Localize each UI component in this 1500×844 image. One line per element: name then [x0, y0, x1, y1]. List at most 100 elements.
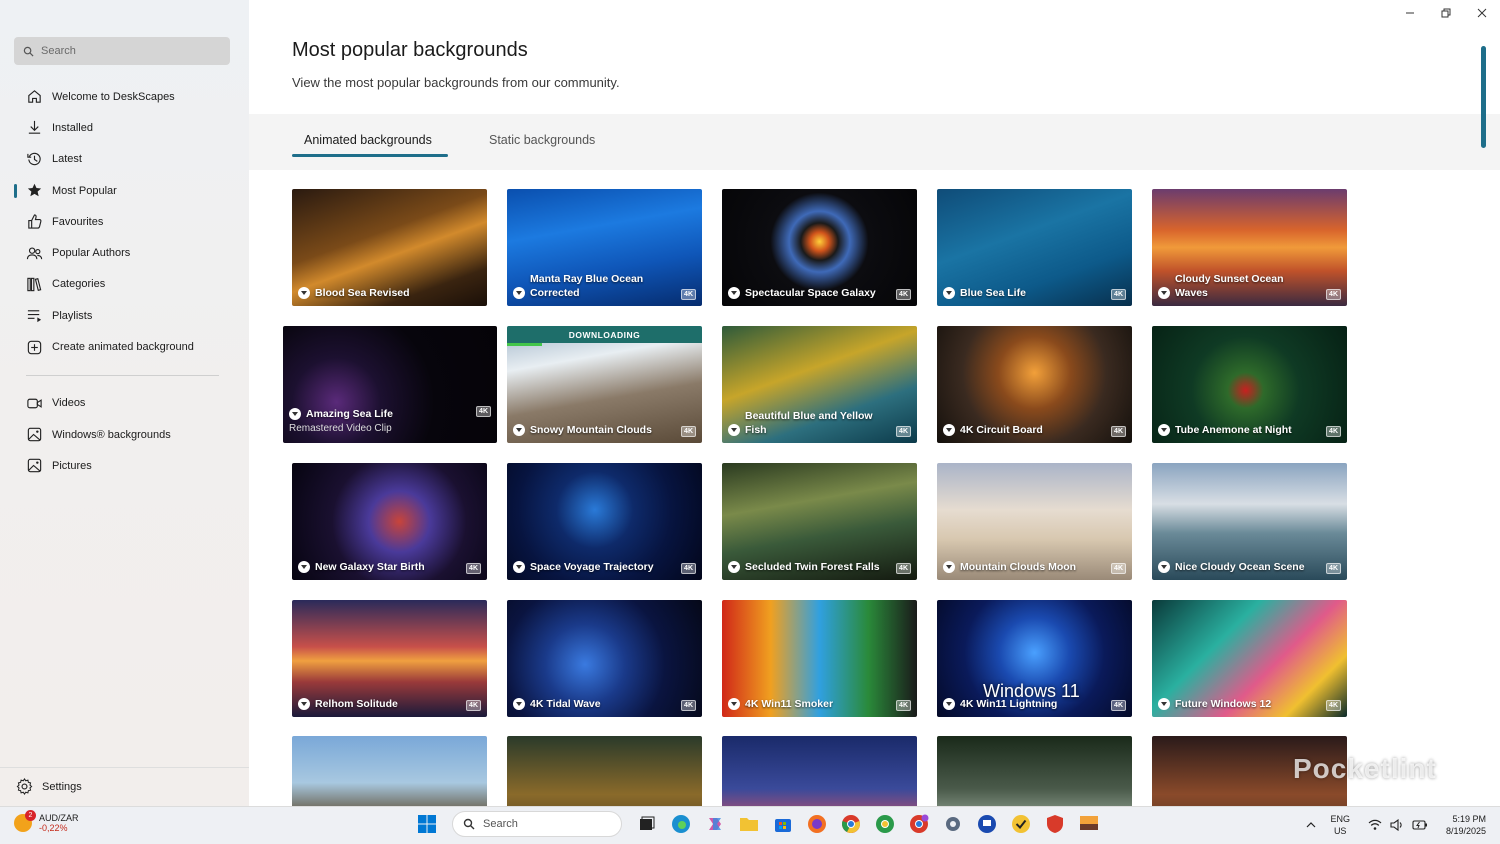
background-tile[interactable]: Beautiful Blue and Yellow Fish 4K	[722, 326, 917, 443]
download-circle-icon[interactable]	[1158, 698, 1170, 710]
background-tile[interactable]: Cloudy Sunset Ocean Waves 4K	[1152, 189, 1347, 306]
tab-animated-backgrounds[interactable]: Animated backgrounds	[304, 133, 432, 147]
edge-icon	[672, 815, 690, 833]
background-tile-partial[interactable]	[292, 736, 487, 806]
download-circle-icon[interactable]	[1158, 561, 1170, 573]
background-tile[interactable]: DOWNLOADING Snowy Mountain Clouds 4K	[507, 326, 702, 443]
nav-item-create-animated-background[interactable]: Create animated background	[0, 331, 249, 362]
chrome-app[interactable]	[839, 812, 863, 836]
download-circle-icon[interactable]	[513, 287, 525, 299]
download-circle-icon[interactable]	[513, 424, 525, 436]
download-circle-icon[interactable]	[289, 408, 301, 420]
background-tile[interactable]: Relhom Solitude 4K	[292, 600, 487, 717]
tile-label: Beautiful Blue and Yellow Fish	[728, 409, 889, 437]
background-tile-partial[interactable]	[937, 736, 1132, 806]
download-circle-icon[interactable]	[298, 698, 310, 710]
download-circle-icon[interactable]	[728, 424, 740, 436]
nav-item-playlists[interactable]: Playlists	[0, 300, 249, 331]
background-tile[interactable]: Amazing Sea Life Remastered Video Clip 4K	[283, 326, 497, 443]
language-indicator[interactable]: ENG US	[1330, 813, 1350, 837]
todo-app[interactable]	[1009, 812, 1033, 836]
nav-item-videos[interactable]: Videos	[0, 388, 249, 419]
background-tile-partial[interactable]	[507, 736, 702, 806]
background-tile[interactable]: Blue Sea Life 4K	[937, 189, 1132, 306]
background-tile[interactable]: Manta Ray Blue Ocean Corrected 4K	[507, 189, 702, 306]
deskscapes-app[interactable]	[1077, 812, 1101, 836]
wifi-icon[interactable]	[1368, 819, 1382, 831]
tile-title: Future Windows 12	[1175, 698, 1272, 710]
restore-button[interactable]	[1428, 0, 1464, 26]
scrollbar-thumb[interactable]	[1481, 46, 1486, 148]
clock[interactable]: 5:19 PM 8/19/2025	[1446, 813, 1486, 837]
background-tile[interactable]: Tube Anemone at Night 4K	[1152, 326, 1347, 443]
volume-icon[interactable]	[1390, 819, 1404, 831]
tab-static-backgrounds[interactable]: Static backgrounds	[489, 133, 595, 147]
settings-button[interactable]: Settings	[16, 778, 82, 795]
chrome-profile-app[interactable]	[907, 812, 931, 836]
tile-label: Blood Sea Revised	[298, 286, 459, 300]
background-tile[interactable]: 4K Circuit Board 4K	[937, 326, 1132, 443]
tile-label: Tube Anemone at Night	[1158, 423, 1319, 437]
start-button[interactable]	[415, 812, 439, 836]
settings-app[interactable]	[941, 812, 965, 836]
battery-icon[interactable]	[1412, 820, 1428, 830]
nav-item-categories[interactable]: Categories	[0, 269, 249, 300]
background-tile[interactable]: Mountain Clouds Moon 4K	[937, 463, 1132, 580]
nav-item-windows-backgrounds[interactable]: Windows® backgrounds	[0, 419, 249, 450]
nav-item-favourites[interactable]: Favourites	[0, 206, 249, 237]
background-tile[interactable]: Space Voyage Trajectory 4K	[507, 463, 702, 580]
store-app[interactable]	[771, 812, 795, 836]
clock-time: 5:19 PM	[1452, 814, 1486, 824]
background-tile[interactable]: Future Windows 12 4K	[1152, 600, 1347, 717]
chevron-up-icon[interactable]	[1306, 820, 1316, 830]
download-circle-icon[interactable]	[728, 698, 740, 710]
watermark: Pocketlint	[1293, 753, 1437, 784]
download-circle-icon[interactable]	[513, 561, 525, 573]
background-tile[interactable]: Spectacular Space Galaxy 4K	[722, 189, 917, 306]
close-button[interactable]	[1464, 0, 1500, 26]
download-circle-icon[interactable]	[943, 561, 955, 573]
download-circle-icon[interactable]	[513, 698, 525, 710]
nav-item-welcome[interactable]: Welcome to DeskScapes	[0, 81, 249, 112]
taskbar-search[interactable]: Search	[452, 811, 622, 837]
tile-label: 4K Win11 Smoker	[728, 697, 889, 711]
nav-item-installed[interactable]: Installed	[0, 112, 249, 143]
tile-title: Relhom Solitude	[315, 698, 398, 710]
copilot-app[interactable]	[703, 812, 727, 836]
background-tile[interactable]: Secluded Twin Forest Falls 4K	[722, 463, 917, 580]
file-explorer-app[interactable]	[737, 812, 761, 836]
remote-app[interactable]	[975, 812, 999, 836]
firefox-app[interactable]	[805, 812, 829, 836]
download-circle-icon[interactable]	[728, 561, 740, 573]
background-tile[interactable]: Nice Cloudy Ocean Scene 4K	[1152, 463, 1347, 580]
download-circle-icon[interactable]	[298, 561, 310, 573]
background-tile[interactable]: 4K Tidal Wave 4K	[507, 600, 702, 717]
stock-widget[interactable]: 2 AUD/ZAR -0,22%	[14, 810, 79, 833]
download-circle-icon[interactable]	[728, 287, 740, 299]
download-circle-icon[interactable]	[943, 424, 955, 436]
download-circle-icon[interactable]	[943, 287, 955, 299]
download-circle-icon[interactable]	[298, 287, 310, 299]
shield-app[interactable]	[1043, 812, 1067, 836]
nav-item-latest[interactable]: Latest	[0, 144, 249, 175]
download-circle-icon[interactable]	[1158, 424, 1170, 436]
background-tile[interactable]: Windows 11 4K Win11 Lightning 4K	[937, 600, 1132, 717]
nav-item-popular-authors[interactable]: Popular Authors	[0, 237, 249, 268]
chrome-canary-app[interactable]	[873, 812, 897, 836]
copilot-icon	[709, 818, 721, 830]
edge-app[interactable]	[669, 812, 693, 836]
nav-item-pictures[interactable]: Pictures	[0, 450, 249, 481]
background-tile[interactable]: New Galaxy Star Birth 4K	[292, 463, 487, 580]
search-box[interactable]: Search	[14, 37, 230, 65]
task-view-button[interactable]	[635, 812, 659, 836]
background-tile[interactable]: 4K Win11 Smoker 4K	[722, 600, 917, 717]
download-circle-icon[interactable]	[1158, 287, 1170, 299]
minimize-button[interactable]	[1392, 0, 1428, 26]
background-tile[interactable]: Blood Sea Revised	[292, 189, 487, 306]
chrome-profile-icon	[910, 814, 929, 833]
nav-list: Welcome to DeskScapes Installed Latest M…	[0, 81, 249, 482]
background-tile-partial[interactable]	[722, 736, 917, 806]
tile-label: Amazing Sea Life	[289, 407, 469, 421]
download-circle-icon[interactable]	[943, 698, 955, 710]
nav-item-most-popular[interactable]: Most Popular	[0, 175, 249, 206]
